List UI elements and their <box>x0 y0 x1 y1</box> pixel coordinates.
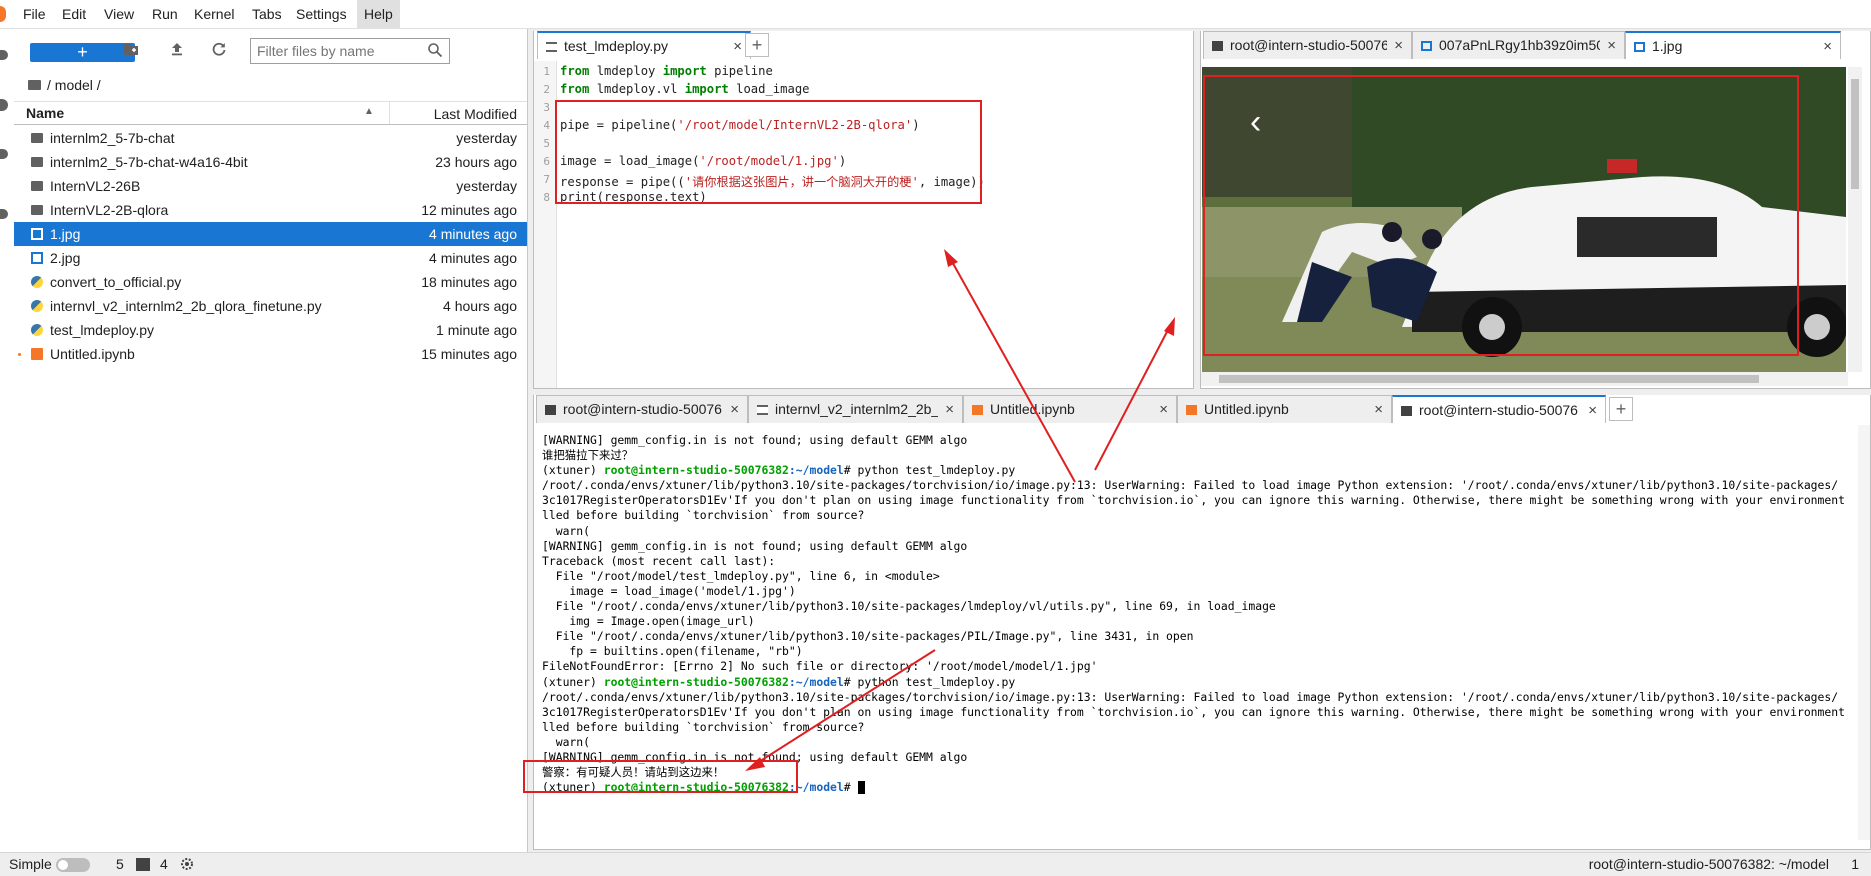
status-path: root@intern-studio-50076382: ~/model <box>1588 856 1829 872</box>
status-page: 1 <box>1851 856 1859 872</box>
annotation-arrows <box>745 249 1175 771</box>
status-bar: Simple 5 4 root@intern-studio-50076382: … <box>0 852 1871 876</box>
kernel-count[interactable]: 5 <box>116 856 124 872</box>
terminal-icon <box>136 858 150 871</box>
simple-mode-label: Simple <box>9 856 52 872</box>
terminal-count[interactable]: 4 <box>160 856 168 872</box>
simple-mode-toggle[interactable] <box>56 858 90 872</box>
gear-icon[interactable] <box>180 857 194 874</box>
